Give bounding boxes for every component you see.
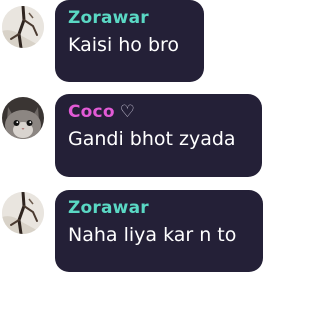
chat-message: Zorawar Kaisi ho bro: [0, 0, 264, 82]
sender-name-text: Coco: [68, 102, 115, 122]
avatar-zorawar[interactable]: [2, 6, 44, 48]
message-bubble[interactable]: Zorawar Naha liya kar n to: [55, 190, 263, 272]
heart-icon: ♡: [119, 102, 136, 122]
broken-tree-branch-icon: [2, 192, 44, 234]
message-text: Naha liya kar n to: [68, 224, 237, 246]
chat-thread: Zorawar Kaisi ho bro Coco ♡ Gandi bhot z…: [0, 0, 264, 320]
message-bubble[interactable]: Coco ♡ Gandi bhot zyada: [55, 94, 262, 177]
avatar-coco[interactable]: [2, 97, 44, 139]
broken-tree-branch-icon: [2, 6, 44, 48]
message-text: Kaisi ho bro: [68, 34, 180, 56]
message-bubble[interactable]: Zorawar Kaisi ho bro: [55, 0, 204, 82]
chat-message: Zorawar Naha liya kar n to: [0, 190, 264, 272]
message-text: Gandi bhot zyada: [68, 128, 236, 150]
cat-face-icon: [2, 97, 44, 139]
avatar-zorawar[interactable]: [2, 192, 44, 234]
sender-name[interactable]: Coco ♡: [68, 101, 250, 123]
sender-name[interactable]: Zorawar: [68, 197, 251, 219]
sender-name[interactable]: Zorawar: [68, 7, 192, 29]
chat-message: Coco ♡ Gandi bhot zyada: [0, 94, 264, 177]
